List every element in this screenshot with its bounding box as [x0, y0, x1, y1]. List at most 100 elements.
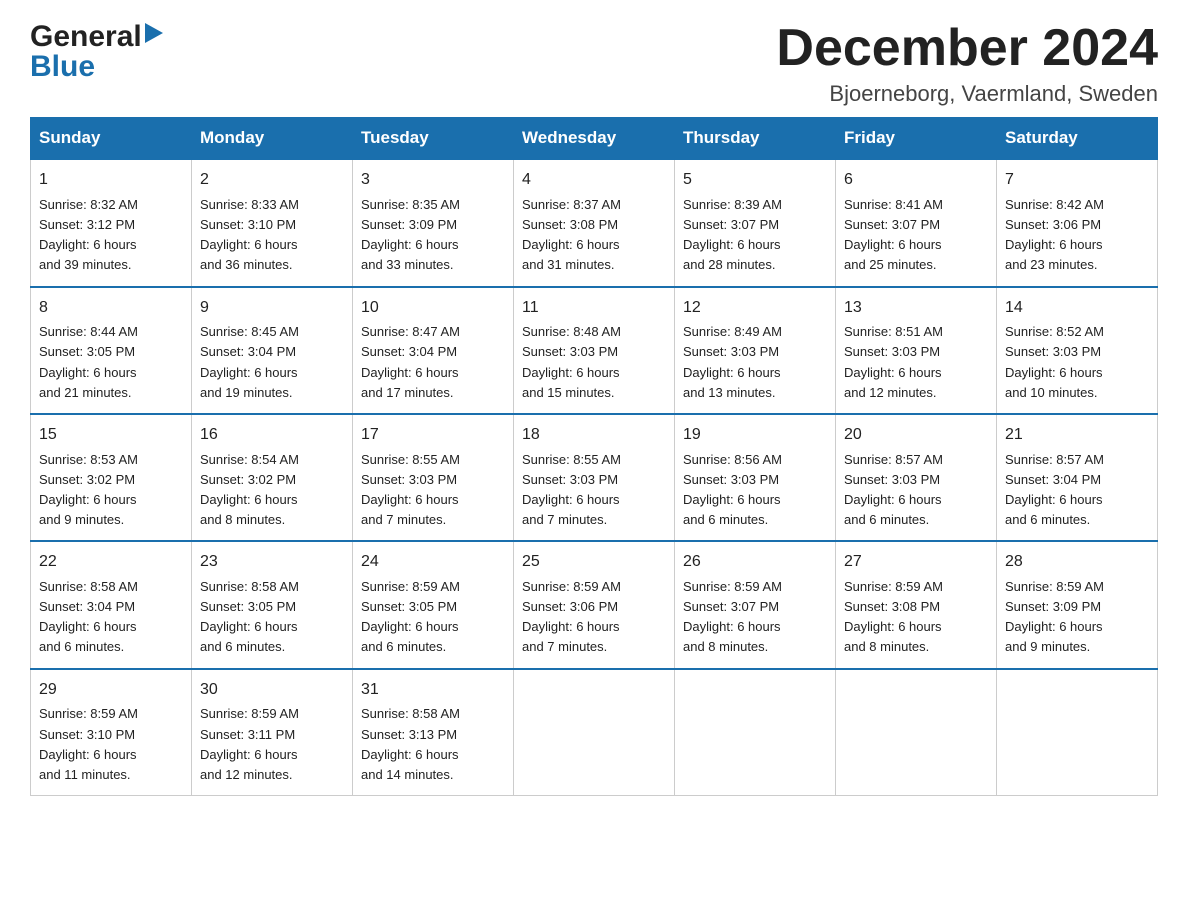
day-info: Sunrise: 8:59 AMSunset: 3:08 PMDaylight:…	[844, 577, 988, 658]
day-info: Sunrise: 8:59 AMSunset: 3:09 PMDaylight:…	[1005, 577, 1149, 658]
day-info: Sunrise: 8:41 AMSunset: 3:07 PMDaylight:…	[844, 195, 988, 276]
day-info: Sunrise: 8:44 AMSunset: 3:05 PMDaylight:…	[39, 322, 183, 403]
calendar-cell: 5Sunrise: 8:39 AMSunset: 3:07 PMDaylight…	[675, 159, 836, 286]
calendar-cell: 30Sunrise: 8:59 AMSunset: 3:11 PMDayligh…	[192, 669, 353, 796]
day-info: Sunrise: 8:47 AMSunset: 3:04 PMDaylight:…	[361, 322, 505, 403]
day-number: 20	[844, 423, 988, 448]
calendar-cell: 25Sunrise: 8:59 AMSunset: 3:06 PMDayligh…	[514, 541, 675, 668]
day-number: 6	[844, 168, 988, 193]
day-info: Sunrise: 8:39 AMSunset: 3:07 PMDaylight:…	[683, 195, 827, 276]
day-info: Sunrise: 8:52 AMSunset: 3:03 PMDaylight:…	[1005, 322, 1149, 403]
day-number: 22	[39, 550, 183, 575]
calendar-cell: 4Sunrise: 8:37 AMSunset: 3:08 PMDaylight…	[514, 159, 675, 286]
weekday-header-row: SundayMondayTuesdayWednesdayThursdayFrid…	[31, 118, 1158, 160]
weekday-header-wednesday: Wednesday	[514, 118, 675, 160]
calendar-cell: 6Sunrise: 8:41 AMSunset: 3:07 PMDaylight…	[836, 159, 997, 286]
day-info: Sunrise: 8:57 AMSunset: 3:03 PMDaylight:…	[844, 450, 988, 531]
day-info: Sunrise: 8:58 AMSunset: 3:13 PMDaylight:…	[361, 704, 505, 785]
calendar-cell: 18Sunrise: 8:55 AMSunset: 3:03 PMDayligh…	[514, 414, 675, 541]
day-info: Sunrise: 8:58 AMSunset: 3:04 PMDaylight:…	[39, 577, 183, 658]
day-info: Sunrise: 8:57 AMSunset: 3:04 PMDaylight:…	[1005, 450, 1149, 531]
calendar-cell: 9Sunrise: 8:45 AMSunset: 3:04 PMDaylight…	[192, 287, 353, 414]
day-number: 15	[39, 423, 183, 448]
weekday-header-saturday: Saturday	[997, 118, 1158, 160]
day-info: Sunrise: 8:55 AMSunset: 3:03 PMDaylight:…	[522, 450, 666, 531]
day-info: Sunrise: 8:59 AMSunset: 3:11 PMDaylight:…	[200, 704, 344, 785]
title-area: December 2024 Bjoerneborg, Vaermland, Sw…	[776, 20, 1158, 107]
day-info: Sunrise: 8:59 AMSunset: 3:10 PMDaylight:…	[39, 704, 183, 785]
calendar-cell: 10Sunrise: 8:47 AMSunset: 3:04 PMDayligh…	[353, 287, 514, 414]
day-number: 1	[39, 168, 183, 193]
calendar-cell: 3Sunrise: 8:35 AMSunset: 3:09 PMDaylight…	[353, 159, 514, 286]
day-info: Sunrise: 8:51 AMSunset: 3:03 PMDaylight:…	[844, 322, 988, 403]
day-number: 4	[522, 168, 666, 193]
day-number: 7	[1005, 168, 1149, 193]
calendar-cell	[675, 669, 836, 796]
day-info: Sunrise: 8:48 AMSunset: 3:03 PMDaylight:…	[522, 322, 666, 403]
calendar-cell	[514, 669, 675, 796]
day-info: Sunrise: 8:58 AMSunset: 3:05 PMDaylight:…	[200, 577, 344, 658]
calendar-cell: 7Sunrise: 8:42 AMSunset: 3:06 PMDaylight…	[997, 159, 1158, 286]
week-row-2: 8Sunrise: 8:44 AMSunset: 3:05 PMDaylight…	[31, 287, 1158, 414]
calendar-cell: 27Sunrise: 8:59 AMSunset: 3:08 PMDayligh…	[836, 541, 997, 668]
day-info: Sunrise: 8:45 AMSunset: 3:04 PMDaylight:…	[200, 322, 344, 403]
day-number: 8	[39, 296, 183, 321]
logo-area: General Blue	[30, 20, 163, 84]
logo: General	[30, 20, 163, 54]
day-info: Sunrise: 8:59 AMSunset: 3:05 PMDaylight:…	[361, 577, 505, 658]
day-number: 12	[683, 296, 827, 321]
calendar-cell	[836, 669, 997, 796]
calendar-cell: 21Sunrise: 8:57 AMSunset: 3:04 PMDayligh…	[997, 414, 1158, 541]
week-row-1: 1Sunrise: 8:32 AMSunset: 3:12 PMDaylight…	[31, 159, 1158, 286]
calendar-cell	[997, 669, 1158, 796]
calendar-cell: 2Sunrise: 8:33 AMSunset: 3:10 PMDaylight…	[192, 159, 353, 286]
week-row-3: 15Sunrise: 8:53 AMSunset: 3:02 PMDayligh…	[31, 414, 1158, 541]
day-info: Sunrise: 8:53 AMSunset: 3:02 PMDaylight:…	[39, 450, 183, 531]
day-number: 27	[844, 550, 988, 575]
logo-arrow-icon	[145, 23, 163, 48]
day-info: Sunrise: 8:59 AMSunset: 3:07 PMDaylight:…	[683, 577, 827, 658]
day-info: Sunrise: 8:32 AMSunset: 3:12 PMDaylight:…	[39, 195, 183, 276]
day-number: 3	[361, 168, 505, 193]
calendar-cell: 20Sunrise: 8:57 AMSunset: 3:03 PMDayligh…	[836, 414, 997, 541]
calendar-cell: 31Sunrise: 8:58 AMSunset: 3:13 PMDayligh…	[353, 669, 514, 796]
weekday-header-monday: Monday	[192, 118, 353, 160]
logo-general-text: General	[30, 20, 142, 54]
day-number: 23	[200, 550, 344, 575]
location-title: Bjoerneborg, Vaermland, Sweden	[776, 81, 1158, 107]
day-info: Sunrise: 8:54 AMSunset: 3:02 PMDaylight:…	[200, 450, 344, 531]
day-info: Sunrise: 8:42 AMSunset: 3:06 PMDaylight:…	[1005, 195, 1149, 276]
weekday-header-sunday: Sunday	[31, 118, 192, 160]
day-number: 16	[200, 423, 344, 448]
week-row-5: 29Sunrise: 8:59 AMSunset: 3:10 PMDayligh…	[31, 669, 1158, 796]
weekday-header-thursday: Thursday	[675, 118, 836, 160]
page-header: General Blue December 2024 Bjoerneborg, …	[30, 20, 1158, 107]
weekday-header-tuesday: Tuesday	[353, 118, 514, 160]
day-number: 19	[683, 423, 827, 448]
day-number: 31	[361, 678, 505, 703]
calendar-cell: 23Sunrise: 8:58 AMSunset: 3:05 PMDayligh…	[192, 541, 353, 668]
month-title: December 2024	[776, 20, 1158, 77]
day-number: 10	[361, 296, 505, 321]
day-info: Sunrise: 8:35 AMSunset: 3:09 PMDaylight:…	[361, 195, 505, 276]
calendar-cell: 26Sunrise: 8:59 AMSunset: 3:07 PMDayligh…	[675, 541, 836, 668]
day-number: 25	[522, 550, 666, 575]
calendar-cell: 11Sunrise: 8:48 AMSunset: 3:03 PMDayligh…	[514, 287, 675, 414]
calendar-cell: 19Sunrise: 8:56 AMSunset: 3:03 PMDayligh…	[675, 414, 836, 541]
day-number: 13	[844, 296, 988, 321]
calendar-cell: 8Sunrise: 8:44 AMSunset: 3:05 PMDaylight…	[31, 287, 192, 414]
day-number: 14	[1005, 296, 1149, 321]
calendar-cell: 17Sunrise: 8:55 AMSunset: 3:03 PMDayligh…	[353, 414, 514, 541]
calendar-cell: 15Sunrise: 8:53 AMSunset: 3:02 PMDayligh…	[31, 414, 192, 541]
calendar-cell: 28Sunrise: 8:59 AMSunset: 3:09 PMDayligh…	[997, 541, 1158, 668]
week-row-4: 22Sunrise: 8:58 AMSunset: 3:04 PMDayligh…	[31, 541, 1158, 668]
day-number: 18	[522, 423, 666, 448]
calendar-cell: 13Sunrise: 8:51 AMSunset: 3:03 PMDayligh…	[836, 287, 997, 414]
calendar-cell: 1Sunrise: 8:32 AMSunset: 3:12 PMDaylight…	[31, 159, 192, 286]
day-number: 11	[522, 296, 666, 321]
day-number: 2	[200, 168, 344, 193]
weekday-header-friday: Friday	[836, 118, 997, 160]
logo-blue-text: Blue	[30, 50, 95, 84]
day-number: 17	[361, 423, 505, 448]
day-info: Sunrise: 8:33 AMSunset: 3:10 PMDaylight:…	[200, 195, 344, 276]
